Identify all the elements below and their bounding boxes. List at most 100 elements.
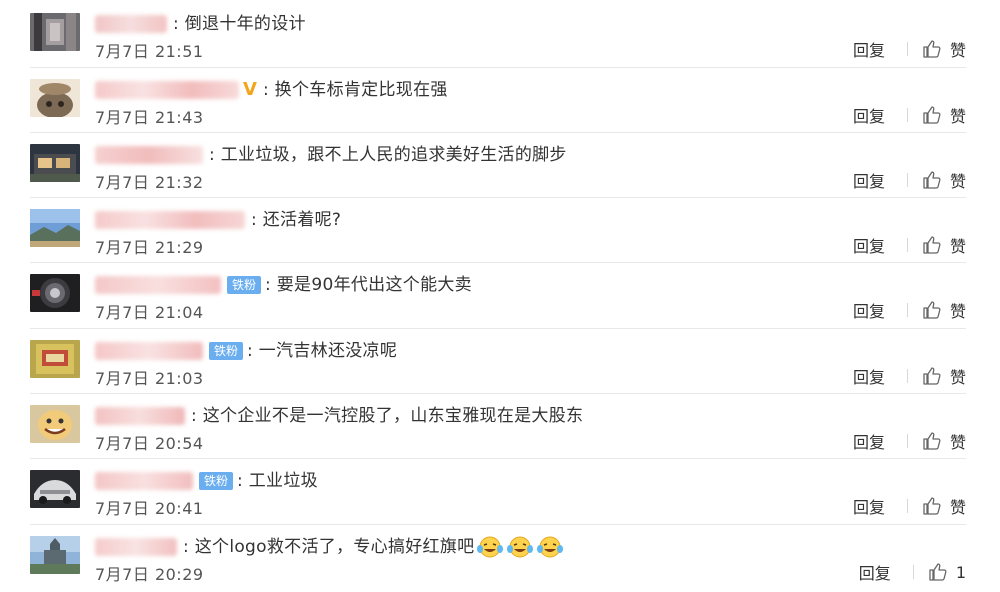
like-button[interactable]: 赞 bbox=[922, 298, 966, 322]
fan-badge[interactable]: 铁粉 bbox=[227, 276, 262, 294]
thumbs-up-icon bbox=[923, 432, 941, 450]
like-button[interactable]: 赞 bbox=[922, 364, 966, 388]
divider bbox=[906, 303, 908, 317]
comment-date: 7月7日 21:03 bbox=[95, 369, 204, 388]
comment-header: : 倒退十年的设计 bbox=[95, 12, 306, 36]
reply-button[interactable]: 回复 bbox=[853, 233, 885, 257]
comment-item: : 工业垃圾，跟不上人民的追求美好生活的脚步 7月7日 21:32 回复 赞 bbox=[30, 132, 966, 197]
comment-header: : 还活着呢? bbox=[95, 208, 341, 232]
like-button[interactable]: 赞 bbox=[922, 168, 966, 192]
reply-button[interactable]: 回复 bbox=[853, 494, 885, 518]
like-label: 赞 bbox=[949, 41, 966, 60]
comment-text: 这个企业不是一汽控股了，山东宝雅现在是大股东 bbox=[202, 406, 584, 426]
avatar[interactable] bbox=[30, 405, 80, 443]
like-button[interactable]: 赞 bbox=[922, 233, 966, 257]
thumbs-up-icon bbox=[923, 40, 941, 58]
avatar[interactable] bbox=[30, 274, 80, 312]
like-label: 赞 bbox=[949, 368, 966, 387]
comment-date: 7月7日 21:51 bbox=[95, 42, 204, 61]
username-blurred[interactable] bbox=[95, 472, 193, 490]
avatar-image bbox=[30, 536, 80, 574]
username-blurred[interactable] bbox=[95, 342, 203, 360]
comment-item: 铁粉 : 一汽吉林还没凉呢 7月7日 21:03 回复 赞 bbox=[30, 328, 966, 393]
fan-badge[interactable]: 铁粉 bbox=[199, 472, 234, 490]
thumbs-up-icon bbox=[923, 301, 941, 319]
colon: : bbox=[191, 406, 197, 426]
avatar[interactable] bbox=[30, 209, 80, 247]
avatar[interactable] bbox=[30, 536, 80, 574]
like-button[interactable]: 1 bbox=[928, 562, 966, 582]
comment-item: 铁粉 : 要是90年代出这个能大卖 7月7日 21:04 回复 赞 bbox=[30, 262, 966, 327]
avatar-image bbox=[30, 144, 80, 182]
divider bbox=[906, 434, 908, 448]
colon: : bbox=[247, 341, 253, 361]
username-blurred[interactable] bbox=[95, 81, 239, 99]
comment-actions: 回复 赞 bbox=[853, 234, 966, 256]
avatar-image bbox=[30, 209, 80, 247]
like-label: 赞 bbox=[949, 498, 966, 517]
like-button[interactable]: 赞 bbox=[922, 494, 966, 518]
emoji-group bbox=[476, 536, 566, 558]
like-label: 赞 bbox=[949, 237, 966, 256]
divider bbox=[906, 108, 908, 122]
comment-text: 这个logo救不活了，专心搞好红旗吧 bbox=[194, 537, 475, 557]
thumbs-up-icon bbox=[923, 236, 941, 254]
username-blurred[interactable] bbox=[95, 211, 245, 229]
comment-actions: 回复 赞 bbox=[853, 495, 966, 517]
comment-header: V : 换个车标肯定比现在强 bbox=[95, 78, 448, 102]
avatar-image bbox=[30, 340, 80, 378]
reply-button[interactable]: 回复 bbox=[853, 364, 885, 388]
avatar[interactable] bbox=[30, 144, 80, 182]
comment-header: 铁粉 : 要是90年代出这个能大卖 bbox=[95, 273, 472, 297]
reply-button[interactable]: 回复 bbox=[853, 429, 885, 453]
divider bbox=[906, 499, 908, 513]
avatar[interactable] bbox=[30, 13, 80, 51]
comment-date: 7月7日 21:43 bbox=[95, 108, 204, 127]
like-label: 赞 bbox=[949, 302, 966, 321]
reply-button[interactable]: 回复 bbox=[859, 560, 891, 584]
fan-badge[interactable]: 铁粉 bbox=[209, 342, 244, 360]
avatar-image bbox=[30, 405, 80, 443]
laugh-cry-emoji-icon bbox=[477, 536, 504, 558]
reply-button[interactable]: 回复 bbox=[853, 168, 885, 192]
thumbs-up-icon bbox=[923, 106, 941, 124]
divider bbox=[906, 369, 908, 383]
colon: : bbox=[209, 145, 215, 165]
reply-button[interactable]: 回复 bbox=[853, 37, 885, 61]
comment-date: 7月7日 20:54 bbox=[95, 434, 204, 453]
like-label: 赞 bbox=[949, 172, 966, 191]
divider bbox=[906, 42, 908, 56]
username-blurred[interactable] bbox=[95, 407, 185, 425]
comment-item: : 还活着呢? 7月7日 21:29 回复 赞 bbox=[30, 197, 966, 262]
comment-date: 7月7日 21:04 bbox=[95, 303, 204, 322]
comment-text: 要是90年代出这个能大卖 bbox=[276, 275, 472, 295]
username-blurred[interactable] bbox=[95, 538, 177, 556]
reply-button[interactable]: 回复 bbox=[853, 298, 885, 322]
username-blurred[interactable] bbox=[95, 276, 221, 294]
vip-badge: V bbox=[243, 79, 257, 100]
avatar[interactable] bbox=[30, 470, 80, 508]
username-blurred[interactable] bbox=[95, 146, 203, 164]
comment-text: 还活着呢? bbox=[262, 210, 342, 230]
comment-item: V : 换个车标肯定比现在强 7月7日 21:43 回复 赞 bbox=[30, 67, 966, 132]
comment-item: 铁粉 : 工业垃圾 7月7日 20:41 回复 赞 bbox=[30, 458, 966, 523]
comment-actions: 回复 赞 bbox=[853, 169, 966, 191]
like-button[interactable]: 赞 bbox=[922, 429, 966, 453]
colon: : bbox=[237, 471, 243, 491]
username-blurred[interactable] bbox=[95, 15, 167, 33]
comment-actions: 回复 1 bbox=[859, 560, 966, 584]
colon: : bbox=[262, 80, 269, 100]
avatar[interactable] bbox=[30, 340, 80, 378]
colon: : bbox=[251, 210, 257, 230]
comment-text: 工业垃圾 bbox=[248, 471, 318, 491]
comment-text: 一汽吉林还没凉呢 bbox=[258, 341, 398, 361]
reply-button[interactable]: 回复 bbox=[853, 103, 885, 127]
comment-text: 倒退十年的设计 bbox=[184, 14, 306, 34]
like-button[interactable]: 赞 bbox=[922, 103, 966, 127]
comment-item: : 这个logo救不活了，专心搞好红旗吧 7月7日 20:29 回复 1 bbox=[30, 524, 966, 589]
comment-header: : 这个logo救不活了，专心搞好红旗吧 bbox=[95, 535, 566, 559]
like-button[interactable]: 赞 bbox=[922, 37, 966, 61]
comment-date: 7月7日 21:32 bbox=[95, 173, 204, 192]
avatar[interactable] bbox=[30, 79, 80, 117]
comment-actions: 回复 赞 bbox=[853, 365, 966, 387]
